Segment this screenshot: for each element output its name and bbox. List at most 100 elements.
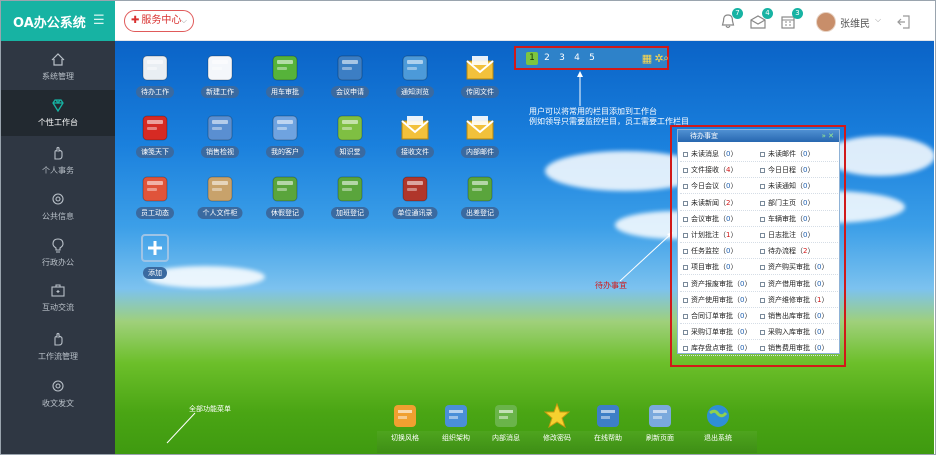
sidebar-item[interactable]: 公共信息 [1, 184, 115, 230]
list-bullet-icon [760, 281, 765, 287]
desktop-shortcut[interactable]: 通知浏览 [387, 53, 443, 105]
dock-button[interactable]: 组织架构 [432, 403, 480, 443]
sidebar-item[interactable]: 个性工作台 [1, 90, 115, 136]
dock-button[interactable]: 内部消息 [482, 403, 530, 443]
todo-item[interactable]: 未读通知（0） [760, 181, 814, 191]
dock-button-label: 切换风格 [391, 434, 419, 442]
desktop-shortcut[interactable]: 待办工作 [127, 53, 183, 105]
desktop-shortcut[interactable]: 传阅文件 [452, 53, 508, 105]
desktop-shortcut[interactable]: 出差登记 [452, 174, 508, 226]
building-icon [207, 115, 233, 141]
bulb-icon [52, 238, 64, 253]
form-icon [272, 176, 298, 202]
todo-item[interactable]: 日志批注（0） [760, 230, 814, 240]
todo-item[interactable]: 采购入库审批（0） [760, 327, 828, 337]
todo-item[interactable]: 项目审批（0） [683, 262, 737, 272]
chevron-down-icon[interactable]: ⌵ [875, 15, 881, 25]
todo-item-paren-close: ） [821, 328, 829, 337]
sidebar-item-label: 工作流管理 [38, 352, 78, 361]
todo-item-paren-open: （ [733, 328, 740, 337]
todo-item[interactable]: 待办流程（2） [760, 246, 814, 256]
sidebar-item[interactable]: 行政办公 [1, 230, 115, 276]
todo-item[interactable]: 销售费用审批（0） [760, 343, 828, 353]
refresh-icon [649, 405, 671, 427]
desktop-shortcut-label: 销售检视 [201, 146, 239, 158]
todo-item-label: 日志批注 [768, 231, 796, 239]
desktop-shortcut[interactable]: 销售检视 [192, 113, 248, 165]
dock-button[interactable]: 修改密码 [533, 403, 581, 443]
logout-button[interactable] [895, 13, 913, 31]
dock-button[interactable]: 退出系统 [694, 403, 742, 443]
todo-item[interactable]: 车辆审批（0） [760, 214, 814, 224]
sidebar-item[interactable]: 互动交流 [1, 275, 115, 321]
todo-item-label: 未读消息 [691, 150, 719, 158]
todo-item[interactable]: 计划批注（1） [683, 230, 737, 240]
app-title: OA办公系统 [13, 16, 86, 31]
list-bullet-icon [760, 297, 765, 303]
service-center-button[interactable]: ✚ 服务中心 ⌵ [124, 10, 194, 32]
desktop-shortcut[interactable]: 谏笺天下 [127, 113, 183, 165]
sidebar-item[interactable]: 个人事务 [1, 138, 115, 184]
close-icon[interactable]: » ✕ [822, 130, 834, 142]
sidebar: 系统管理个性工作台个人事务 公共信息 行政办公 互动交流工作流管理收文发文 [1, 41, 115, 454]
todo-item-paren-open: （ [719, 198, 726, 207]
desktop-shortcut[interactable]: 内部邮件 [452, 113, 508, 165]
todo-item-paren-close: ） [730, 166, 738, 175]
dock-button[interactable]: 刷新页面 [636, 403, 684, 443]
todo-item[interactable]: 未读邮件（0） [760, 149, 814, 159]
todo-annotation-label: 待办事宜 [595, 281, 627, 290]
desktop-shortcut[interactable]: 会议申请 [322, 53, 378, 105]
todo-item[interactable]: 资产维修审批（1） [760, 295, 828, 305]
todo-item[interactable]: 任务监控（0） [683, 246, 737, 256]
todo-item-label: 合同订单审批 [691, 312, 733, 320]
todo-item[interactable]: 资产购买审批（0） [760, 262, 828, 272]
todo-item-paren-open: （ [719, 182, 726, 191]
desktop-shortcut[interactable]: 新建工作 [192, 53, 248, 105]
todo-item[interactable]: 文件接收（4） [683, 165, 737, 175]
dock-button[interactable]: 切换风格 [381, 403, 429, 443]
todo-item[interactable]: 资产借用审批（0） [760, 279, 828, 289]
todo-item-label: 部门主页 [768, 198, 796, 207]
desktop-shortcut-label: 休假登记 [266, 207, 304, 219]
sidebar-item[interactable]: 收文发文 [1, 371, 115, 417]
list-bullet-icon [760, 265, 765, 271]
todo-item[interactable]: 资产报废审批（0） [683, 279, 751, 289]
todo-item[interactable]: 资产使用审批（0） [683, 295, 751, 305]
todo-item[interactable]: 未读新闻（2） [683, 198, 737, 208]
todo-item[interactable]: 会议审批（0） [683, 214, 737, 224]
mail-button[interactable]: 4 [749, 8, 773, 31]
calendar-button[interactable]: 3 [779, 8, 803, 31]
todo-item[interactable]: 今日日程（0） [760, 165, 814, 175]
dock-button[interactable]: 在线帮助 [584, 403, 632, 443]
sidebar-item-label: 个性工作台 [38, 118, 78, 127]
logout-icon [897, 15, 910, 29]
todo-item[interactable]: 今日会议（0） [683, 181, 737, 191]
list-bullet-icon [683, 200, 688, 206]
desktop-shortcut[interactable]: 接收文件 [387, 113, 443, 165]
org-icon [445, 405, 467, 427]
desktop-shortcut[interactable]: 我的客户 [257, 113, 313, 165]
list-bullet-icon [760, 330, 765, 336]
desktop-shortcut[interactable]: 单位通讯录 [387, 174, 443, 226]
todo-panel-header: 待办事宜 » ✕ [678, 130, 839, 142]
desktop-shortcut[interactable]: 知识堂 [322, 113, 378, 165]
avatar[interactable] [816, 12, 836, 32]
desktop-shortcut[interactable]: 添加 [127, 234, 183, 286]
todo-item[interactable]: 未读消息（0） [683, 149, 737, 159]
todo-item[interactable]: 部门主页（0） [760, 198, 814, 208]
desktop-shortcut[interactable]: 员工动态 [127, 174, 183, 226]
todo-item[interactable]: 合同订单审批（0） [683, 311, 751, 321]
user-name[interactable]: 张维民 [840, 15, 870, 30]
todo-item-paren-open: （ [810, 279, 817, 288]
sidebar-item[interactable]: 工作流管理 [1, 324, 115, 370]
notification-bell-button[interactable]: 7 [719, 8, 743, 31]
desktop-shortcut[interactable]: 用车审批 [257, 53, 313, 105]
todo-item[interactable]: 库存盘点审批（0） [683, 343, 751, 353]
todo-item[interactable]: 销售出库审批（0） [760, 311, 828, 321]
sidebar-item[interactable]: 系统管理 [1, 44, 115, 90]
desktop-shortcut[interactable]: 加班登记 [322, 174, 378, 226]
todo-item[interactable]: 采购订单审批（0） [683, 327, 751, 337]
desktop-shortcut[interactable]: 休假登记 [257, 174, 313, 226]
menu-toggle-icon[interactable]: ☰ [93, 13, 105, 28]
desktop-shortcut[interactable]: 个人文件柜 [192, 174, 248, 226]
